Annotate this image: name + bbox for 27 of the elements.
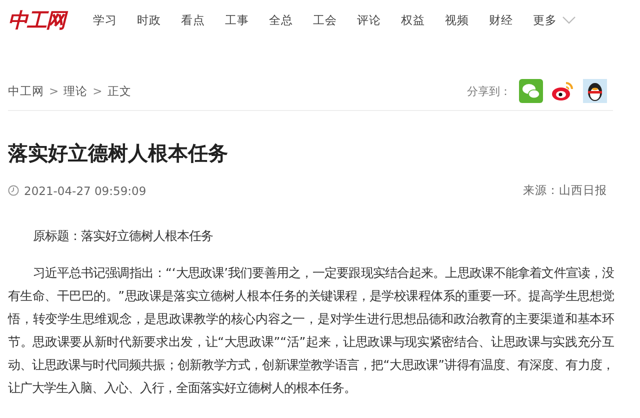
nav-link[interactable]: 工事 bbox=[225, 12, 269, 28]
nav-link[interactable]: 看点 bbox=[181, 12, 225, 28]
article-paragraph: 习近平总书记强调指出：“‘大思政课’我们要善用之，一定要跟现实结合起来。上思政课不能拿着文件宣读，没有生命、干巴巴的。”思政课是落实立德树人根本任务的关键课程，是学校课程体系的重要一环。提高学生思想觉悟，转变学生思维观念，是思政课教学的核心内容之一，是对学生进行思想品德和政治教育的主要渠道和基本环节。思政课要从新时代新要求出发，让“大思政课”“活”起来，让思政课与现实紧密结合、让思政课与实践充分互动、让思政课与时代同频共振；创新教学方式，创新课堂教学语言，把“大思政课”讲得有温度、有深度、有力度，让广大学生入脑、入心、入行，全面落实好立德树人的根本任务。 bbox=[8, 264, 614, 397]
nav-link[interactable]: 时政 bbox=[137, 12, 181, 28]
nav-link[interactable]: 更多 bbox=[533, 12, 557, 28]
chat-bubbles-icon[interactable] bbox=[519, 79, 543, 103]
clock-icon bbox=[8, 185, 19, 196]
penguin-icon[interactable] bbox=[583, 79, 607, 103]
nav-link[interactable]: 评论 bbox=[357, 12, 401, 28]
article-title: 落实好立德树人根本任务 bbox=[8, 140, 229, 167]
breadcrumb-link[interactable]: 中工网 bbox=[8, 84, 44, 98]
article-source: 来源：山西日报 bbox=[523, 183, 607, 198]
nav-link[interactable]: 财经 bbox=[489, 12, 533, 28]
nav-link[interactable]: 全总 bbox=[269, 12, 313, 28]
share-label: 分享到： bbox=[467, 84, 511, 98]
article-paragraph: 原标题：落实好立德树人根本任务 bbox=[32, 227, 214, 245]
breadcrumb-separator: > bbox=[49, 84, 59, 98]
eye-swirl-icon[interactable] bbox=[551, 79, 575, 103]
publish-date: 2021-04-27 09:59:09 bbox=[24, 184, 146, 198]
nav-link[interactable]: 视频 bbox=[445, 12, 489, 28]
nav-link[interactable]: 工会 bbox=[313, 12, 357, 28]
site-logo[interactable]: 中工网 bbox=[8, 6, 93, 34]
nav-link[interactable]: 学习 bbox=[93, 12, 137, 28]
breadcrumb-link[interactable]: 理论 bbox=[64, 84, 88, 98]
breadcrumb-link[interactable]: 正文 bbox=[107, 84, 132, 98]
nav-link[interactable]: 权益 bbox=[401, 12, 445, 28]
breadcrumb-separator: > bbox=[92, 84, 102, 98]
